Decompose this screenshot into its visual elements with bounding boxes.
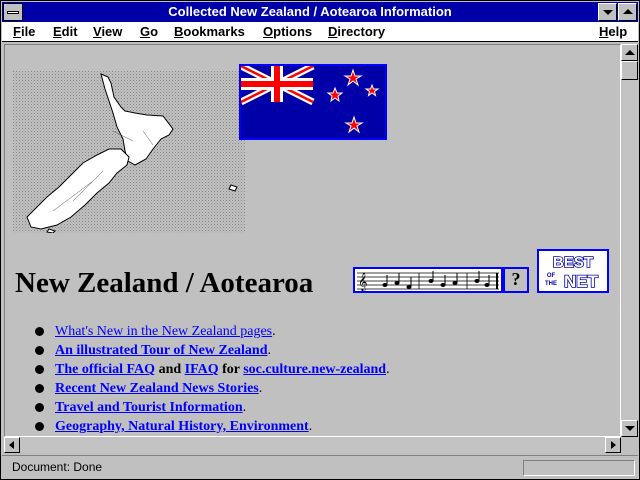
arrow-up-icon xyxy=(625,50,635,55)
bullet xyxy=(35,346,44,355)
svg-text:OF: OF xyxy=(547,273,556,279)
bullet xyxy=(35,384,44,393)
menu-bar: File Edit View Go Bookmarks Options Dire… xyxy=(2,22,638,42)
scroll-track[interactable] xyxy=(621,61,638,420)
page-content: BEST OF THE NET New Zealand / Aotearoa 𝄞 xyxy=(4,44,621,437)
bullet xyxy=(35,403,44,412)
title-bar[interactable]: Collected New Zealand / Aotearoa Informa… xyxy=(2,2,638,22)
list-item: What's New in the New Zealand pages. xyxy=(35,322,390,341)
list-item: An illustrated Tour of New Zealand. xyxy=(35,341,390,360)
list-item: The official FAQ and IFAQ for soc.cultur… xyxy=(35,360,390,379)
link-list: What's New in the New Zealand pages. An … xyxy=(35,322,390,436)
progress-indicator xyxy=(523,460,635,476)
status-bar: Document: Done xyxy=(2,455,638,479)
vertical-scrollbar[interactable] xyxy=(621,44,638,437)
bullet xyxy=(35,327,44,336)
illustrated-tour-link[interactable]: An illustrated Tour of New Zealand xyxy=(55,343,268,358)
scroll-right-button[interactable] xyxy=(605,437,621,453)
window-title: Collected New Zealand / Aotearoa Informa… xyxy=(168,4,452,19)
maximize-icon xyxy=(623,9,633,14)
list-item: Recent New Zealand News Stories. xyxy=(35,379,390,398)
geography-link[interactable]: Geography, Natural History, Environment xyxy=(55,419,309,434)
soc-culture-link[interactable]: soc.culture.new-zealand xyxy=(243,362,386,377)
scroll-down-button[interactable] xyxy=(621,420,638,437)
best-of-the-net-logo: BEST OF THE NET xyxy=(537,249,609,293)
menu-help[interactable]: Help xyxy=(599,24,627,40)
menu-directory[interactable]: Directory xyxy=(328,24,385,40)
new-zealand-map-image xyxy=(13,71,245,233)
scroll-track[interactable] xyxy=(20,437,605,453)
system-menu-icon[interactable] xyxy=(3,3,23,21)
minimize-icon xyxy=(603,10,613,15)
scroll-thumb[interactable] xyxy=(621,61,638,80)
list-item: Geography, Natural History, Environment. xyxy=(35,417,390,436)
svg-text:BEST: BEST xyxy=(553,254,593,271)
help-icon[interactable]: ? xyxy=(503,267,529,293)
scroll-left-button[interactable] xyxy=(4,437,20,453)
menu-edit[interactable]: Edit xyxy=(53,24,78,40)
news-stories-link[interactable]: Recent New Zealand News Stories xyxy=(55,381,259,396)
page-title: New Zealand / Aotearoa xyxy=(15,267,314,299)
minimize-button[interactable] xyxy=(598,3,617,21)
menu-view[interactable]: View xyxy=(93,24,122,40)
maximize-button[interactable] xyxy=(618,3,637,21)
status-text: Document: Done xyxy=(12,460,103,474)
svg-text:NET: NET xyxy=(564,272,599,291)
list-item: Travel and Tourist Information. xyxy=(35,398,390,417)
svg-text:𝄞: 𝄞 xyxy=(358,272,367,292)
arrow-left-icon xyxy=(9,441,14,449)
bullet xyxy=(35,365,44,374)
arrow-down-icon xyxy=(625,426,635,431)
ifaq-link[interactable]: IFAQ xyxy=(185,362,219,377)
menu-file[interactable]: File xyxy=(13,24,35,40)
official-faq-link[interactable]: The official FAQ xyxy=(55,362,155,377)
menu-options[interactable]: Options xyxy=(263,24,312,40)
anthem-music-icon[interactable]: 𝄞 xyxy=(353,267,503,293)
new-zealand-flag-image xyxy=(239,64,387,140)
svg-text:THE: THE xyxy=(545,281,557,287)
travel-info-link[interactable]: Travel and Tourist Information xyxy=(55,400,243,415)
horizontal-scrollbar[interactable] xyxy=(4,437,621,453)
whats-new-link[interactable]: What's New in the New Zealand pages xyxy=(55,324,272,339)
bullet xyxy=(35,422,44,431)
browser-window: Collected New Zealand / Aotearoa Informa… xyxy=(0,0,640,480)
menu-go[interactable]: Go xyxy=(140,24,158,40)
menu-bookmarks[interactable]: Bookmarks xyxy=(174,24,245,40)
arrow-right-icon xyxy=(611,441,616,449)
scroll-up-button[interactable] xyxy=(621,44,638,61)
